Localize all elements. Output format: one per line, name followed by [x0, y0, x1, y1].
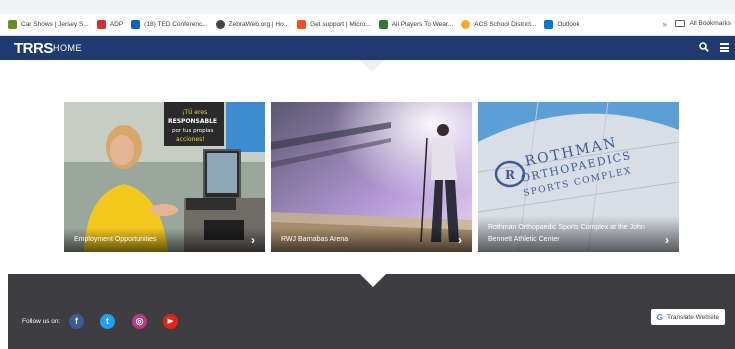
linkedin-icon [131, 20, 141, 29]
card-caption: Rothman Orthopaedic Sports Complex at th… [478, 216, 679, 252]
bookmark-zebraweb[interactable]: ZebraWeb.org | Ho... [215, 20, 289, 29]
footer-notch [360, 274, 386, 287]
card-employment[interactable]: ¡TÚ eres RESPONSABLE por tus propias acc… [64, 102, 265, 252]
chevron-right-icon: › [251, 233, 255, 247]
adp-icon [96, 20, 106, 29]
bookmark-acs-school[interactable]: ACS School District... [461, 20, 536, 29]
poster-line-1: ¡TÚ eres [182, 109, 207, 116]
folder-icon [675, 20, 686, 27]
bookmark-all-players[interactable]: All Players To Wear... [378, 20, 453, 29]
bookmark-outlook[interactable]: Outlook [544, 20, 580, 29]
poster-line-4: acciones! [176, 136, 205, 143]
card-caption: RWJ Barnabas Arena › [271, 228, 472, 252]
nav-home-link[interactable]: HOME [53, 43, 82, 53]
car-shows-icon [8, 20, 17, 29]
acs-icon [461, 20, 471, 29]
site-navbar: TRRS HOME [0, 36, 735, 60]
microsoft-icon [297, 20, 307, 29]
card-caption: Employment Opportunities › [64, 228, 265, 252]
bookmark-ted[interactable]: (18) TED Conferenc... [131, 20, 208, 29]
bookmarks-overflow-button[interactable]: » [663, 20, 667, 29]
card-title: Employment Opportunities [74, 236, 157, 244]
facebook-icon[interactable]: f [69, 314, 84, 329]
bookmark-microsoft-support[interactable]: Get support | Micro... [297, 20, 371, 29]
google-g-icon: G [656, 312, 663, 322]
instagram-icon[interactable]: ◎ [132, 314, 147, 329]
card-arena[interactable]: RWJ Barnabas Arena › [271, 102, 472, 252]
poster-line-3: por tus propias [172, 128, 214, 134]
outlook-icon [544, 20, 554, 29]
search-icon[interactable] [699, 42, 709, 52]
browser-toolbar [0, 0, 735, 14]
hamburger-menu-icon[interactable] [720, 43, 729, 52]
site-logo[interactable]: TRRS [14, 40, 53, 57]
bookmarks-bar: Car Shows | Jersey S... ADP (18) TED Con… [0, 14, 735, 36]
all-bookmarks-button[interactable]: All Bookmarks [675, 20, 731, 27]
chevron-right-icon: › [458, 233, 462, 247]
poster-line-2: RESPONSABLE [168, 118, 217, 125]
chevron-right-icon: › [665, 233, 669, 247]
follow-us-label: Follow us on: [22, 318, 61, 325]
flag-icon [378, 20, 388, 29]
bookmark-car-shows[interactable]: Car Shows | Jersey S... [8, 20, 89, 29]
youtube-icon[interactable]: ▶ [163, 314, 178, 329]
card-title: Rothman Orthopaedic Sports Complex at th… [488, 224, 645, 244]
card-title: RWJ Barnabas Arena [281, 236, 349, 244]
globe-icon [215, 20, 225, 29]
bookmark-adp[interactable]: ADP [96, 20, 123, 29]
logo-letter: R [505, 168, 516, 182]
twitter-icon[interactable]: t [100, 314, 115, 329]
card-sports-complex[interactable]: R ROTHMAN ORTHOPAEDICS SPORTS COMPLEX Ro… [478, 102, 679, 252]
translate-website-button[interactable]: G Translate Website [650, 309, 725, 325]
feature-cards: ¡TÚ eres RESPONSABLE por tus propias acc… [64, 102, 681, 252]
nav-notch [360, 60, 384, 72]
